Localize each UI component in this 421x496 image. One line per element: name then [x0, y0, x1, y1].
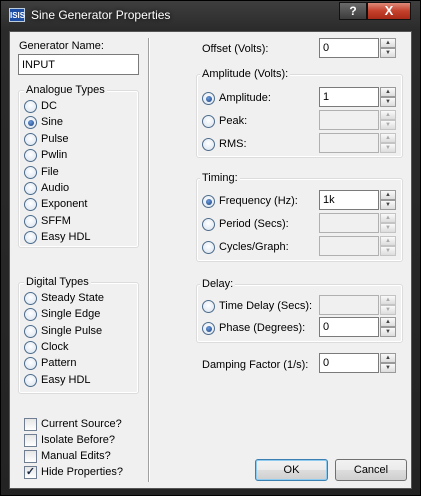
- radio-dot-icon: [24, 214, 37, 228]
- radio-dot-icon: [202, 138, 215, 151]
- cycles-spin-down-icon: ▼: [380, 246, 396, 256]
- radio-period-label: Period (Secs):: [219, 218, 289, 230]
- amplitude-input[interactable]: 1: [319, 87, 379, 107]
- radio-dot-icon: [24, 132, 37, 146]
- peak-input: [319, 110, 379, 130]
- rms-spin-down-icon: ▼: [380, 143, 396, 153]
- digital-type-radio-label: Easy HDL: [41, 373, 91, 386]
- radio-dot-icon: [24, 100, 37, 113]
- analogue-type-radio-label: Easy HDL: [41, 231, 91, 244]
- phase-spin-up-icon[interactable]: ▲: [380, 317, 396, 327]
- radio-phase-label: Phase (Degrees):: [219, 322, 306, 334]
- radio-dot-icon: [24, 340, 37, 354]
- damping-spin-up-icon[interactable]: ▲: [380, 353, 396, 363]
- analogue-type-radio-label: Sine: [41, 116, 64, 129]
- isis-app-icon: ISIS: [9, 8, 25, 22]
- amplitude-group-title: Amplitude (Volts):: [200, 68, 291, 80]
- radio-frequency-label: Frequency (Hz):: [219, 195, 298, 207]
- ok-button[interactable]: OK: [255, 459, 328, 481]
- dialog-window: ISIS Sine Generator Properties ? X Gener…: [0, 0, 421, 496]
- radio-amplitude-label: Amplitude:: [219, 92, 271, 104]
- option-checkbox-label: Isolate Before?: [41, 434, 115, 446]
- time-delay-input: [319, 295, 379, 315]
- analogue-type-radio-label: Pulse: [41, 132, 69, 145]
- radio-dot-icon: [24, 165, 37, 179]
- cycles-spin-up-icon: ▲: [380, 236, 396, 246]
- analogue-type-radio-label: Pwlin: [41, 149, 68, 162]
- damping-input[interactable]: 0: [319, 353, 379, 373]
- radio-dot-icon: [202, 322, 215, 335]
- window-title: Sine Generator Properties: [31, 8, 171, 22]
- radio-dot-icon: [202, 241, 215, 254]
- digital-type-radio-label: Clock: [41, 340, 69, 353]
- title-bar[interactable]: ISIS Sine Generator Properties ? X: [1, 1, 420, 31]
- analogue-type-radio-label: Exponent: [41, 198, 88, 211]
- checkbox-box-icon: [24, 418, 37, 431]
- period-input: [319, 213, 379, 233]
- close-button[interactable]: X: [367, 2, 411, 20]
- cycles-input: [319, 236, 379, 256]
- radio-dot-icon: [202, 92, 215, 105]
- radio-dot-icon: [202, 218, 215, 231]
- time-delay-spin-up-icon: ▲: [380, 295, 396, 305]
- option-checkbox-label: Current Source?: [41, 418, 122, 430]
- radio-dot-icon: [24, 182, 37, 195]
- analogue-type-radio-label: SFFM: [41, 214, 71, 227]
- timing-group-title: Timing:: [200, 172, 240, 184]
- delay-group-title: Delay:: [200, 278, 236, 290]
- generator-name-label: Generator Name:: [19, 40, 104, 52]
- peak-spin-down-icon: ▼: [380, 120, 396, 130]
- frequency-input[interactable]: 1k: [319, 190, 379, 210]
- radio-peak-label: Peak:: [219, 115, 248, 127]
- checkbox-box-icon: [24, 434, 37, 447]
- rms-spin-up-icon: ▲: [380, 133, 396, 143]
- frequency-spin-up-icon[interactable]: ▲: [380, 190, 396, 200]
- radio-cycles-label: Cycles/Graph:: [219, 241, 289, 253]
- radio-dot-icon: [24, 373, 37, 387]
- checkbox-box-icon: ✓: [24, 466, 37, 479]
- digital-type-radio-label: Single Edge: [41, 308, 101, 321]
- radio-dot-icon: [202, 300, 215, 313]
- radio-dot-icon: [24, 324, 37, 338]
- offset-spin-up-icon[interactable]: ▲: [380, 38, 396, 48]
- rms-input: [319, 133, 379, 153]
- analogue-type-radio-label: Audio: [41, 182, 70, 194]
- cancel-button[interactable]: Cancel: [335, 459, 407, 481]
- digital-types-title: Digital Types: [24, 276, 91, 288]
- frequency-spin-down-icon[interactable]: ▼: [380, 200, 396, 210]
- digital-type-radio-label: Single Pulse: [41, 324, 103, 337]
- offset-spin-down-icon[interactable]: ▼: [380, 48, 396, 58]
- period-spin-up-icon: ▲: [380, 213, 396, 223]
- amplitude-spin-down-icon[interactable]: ▼: [380, 97, 396, 107]
- time-delay-spin-down-icon: ▼: [380, 305, 396, 315]
- radio-rms-label: RMS:: [219, 138, 247, 150]
- period-spin-down-icon: ▼: [380, 223, 396, 233]
- analogue-type-radio-label: DC: [41, 100, 57, 112]
- offset-label: Offset (Volts):: [202, 43, 269, 55]
- amplitude-spin-up-icon[interactable]: ▲: [380, 87, 396, 97]
- peak-spin-up-icon: ▲: [380, 110, 396, 120]
- damping-label: Damping Factor (1/s):: [202, 359, 309, 371]
- dialog-client: Generator Name: Analogue Types DC Sine Pul…: [9, 31, 412, 489]
- radio-dot-icon: [202, 195, 215, 208]
- phase-spin-down-icon[interactable]: ▼: [380, 327, 396, 337]
- column-separator: [148, 38, 150, 482]
- offset-input[interactable]: 0: [319, 38, 379, 58]
- radio-dot-icon: [202, 115, 215, 128]
- digital-type-radio-label: Steady State: [41, 292, 104, 304]
- analogue-type-radio-label: File: [41, 165, 59, 178]
- phase-input[interactable]: 0: [319, 317, 379, 337]
- digital-type-radio-label: Pattern: [41, 357, 77, 370]
- radio-dot-icon: [24, 292, 37, 305]
- option-checkbox-label: Manual Edits?: [41, 450, 111, 462]
- radio-time-delay-label: Time Delay (Secs):: [219, 300, 313, 312]
- option-checkbox-label: Hide Properties?: [41, 466, 123, 478]
- analogue-types-title: Analogue Types: [24, 84, 107, 96]
- checkbox-box-icon: [24, 450, 37, 463]
- damping-spin-down-icon[interactable]: ▼: [380, 363, 396, 373]
- help-button[interactable]: ?: [339, 2, 367, 20]
- generator-name-input[interactable]: [18, 54, 139, 75]
